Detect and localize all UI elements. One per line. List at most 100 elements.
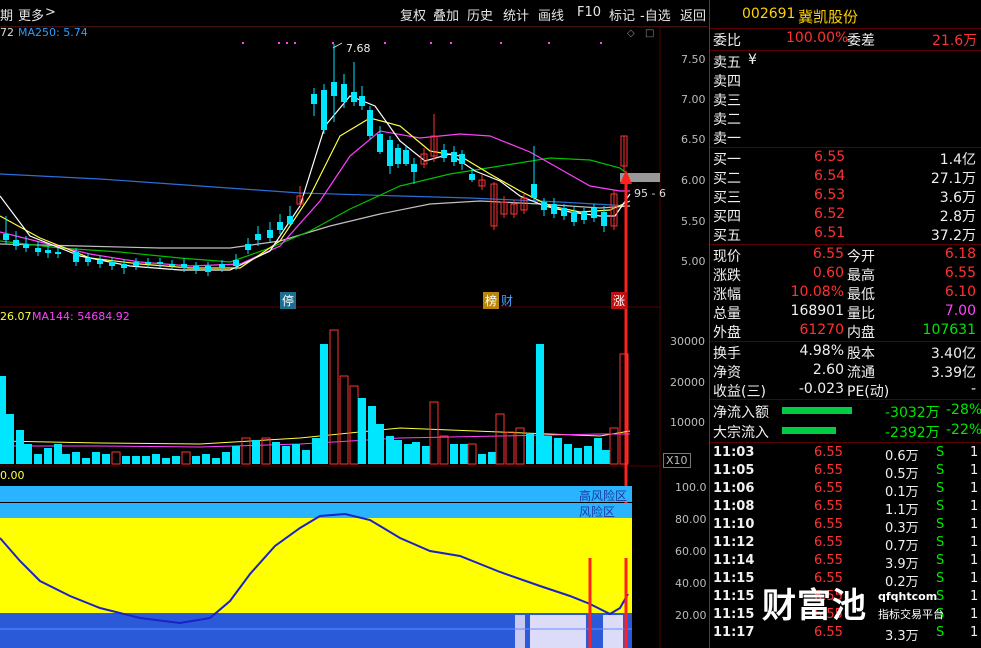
volume-bar <box>24 444 32 464</box>
risk-band <box>0 503 632 518</box>
buy-level-row[interactable]: 买五 6.51 37.2万 <box>710 225 981 244</box>
volume-bar <box>181 451 191 465</box>
signal-marker <box>500 42 502 44</box>
candle-body <box>359 96 365 106</box>
kline-svg[interactable] <box>0 26 708 648</box>
volume-bar <box>394 440 402 464</box>
volume-bar <box>478 454 486 464</box>
toolbar-button-f10[interactable]: F10 <box>577 5 601 20</box>
quote-stat-row: 涨跌 0.60 最高 6.55 <box>713 265 976 284</box>
volume-bar <box>142 456 150 464</box>
stock-code[interactable]: 002691 <box>742 6 795 22</box>
ma250-label: MA250: 5.74 <box>18 26 88 39</box>
candle-body <box>133 262 139 266</box>
yellow-band <box>0 518 632 613</box>
volume-bar <box>544 436 552 464</box>
volume-bar <box>358 398 366 464</box>
price-tag-label: 95 - 6 <box>634 187 666 200</box>
ma5-line <box>0 95 631 271</box>
candle-body <box>245 244 251 250</box>
buy-level-row[interactable]: 买四 6.52 2.8万 <box>710 206 981 225</box>
sell4-row[interactable]: 卖四 <box>710 71 981 90</box>
tick-row[interactable]: 11:05 6.55 0.5万 S 1 <box>710 463 981 482</box>
price-axis-tick: 6.00 <box>681 174 706 187</box>
tick-row[interactable]: 11:17 6.55 3.3万 S 1 <box>710 625 981 644</box>
tick-row[interactable]: 11:06 6.55 0.1万 S 1 <box>710 481 981 500</box>
volume-bar <box>450 444 458 464</box>
volume-bar <box>429 401 439 465</box>
toolbar-button-history[interactable]: 历史 <box>467 5 493 24</box>
volume-unit-label: X10 <box>663 453 691 468</box>
stock-header: 002691 冀凯股份 <box>710 6 981 28</box>
more-button[interactable]: 更多 <box>18 5 44 24</box>
candle-body <box>267 230 273 238</box>
volume-bar <box>404 444 412 464</box>
tick-row[interactable]: 11:03 6.55 0.6万 S 1 <box>710 445 981 464</box>
candle-body <box>181 264 187 268</box>
candle-body <box>571 212 577 222</box>
signal-marker <box>242 42 244 44</box>
finance-badge[interactable]: 财 <box>499 292 515 309</box>
volume-axis-tick: 30000 <box>670 335 705 348</box>
stock-name[interactable]: 冀凯股份 <box>798 6 858 27</box>
diamond-icon[interactable]: ◇ <box>627 28 635 39</box>
candle-body <box>377 134 383 152</box>
volume-bar <box>329 329 339 465</box>
square-icon[interactable]: □ <box>645 28 654 39</box>
volume-bar <box>54 444 62 464</box>
candle-body <box>341 84 347 102</box>
signal-marker <box>384 42 386 44</box>
chevron-right-icon[interactable]: > <box>45 5 56 20</box>
risk-axis-tick: 100.0 <box>675 481 707 494</box>
high-marker-label: 7.68 <box>346 42 371 55</box>
toolbar-button-back[interactable]: 返回 <box>680 5 706 24</box>
rank-badge[interactable]: 榜 <box>483 292 500 309</box>
buy-level-row[interactable]: 买二 6.54 27.1万 <box>710 168 981 187</box>
price-axis-tick: 5.50 <box>681 215 706 228</box>
sell1-row[interactable]: 卖一 <box>710 128 981 147</box>
sell3-row[interactable]: 卖三 <box>710 90 981 109</box>
candle-body <box>387 140 393 166</box>
candle-body <box>551 204 557 214</box>
volume-bar <box>102 454 110 464</box>
toolbar-button-draw[interactable]: 画线 <box>538 5 564 24</box>
ma144-line <box>0 200 631 249</box>
volume-bar <box>495 413 505 465</box>
toolbar-button-stats[interactable]: 统计 <box>503 5 529 24</box>
sell2-row[interactable]: 卖二 <box>710 109 981 128</box>
volume-bar <box>282 446 290 464</box>
toolbar-button-diejia[interactable]: 叠加 <box>433 5 459 24</box>
tick-row[interactable]: 11:08 6.55 1.1万 S 1 <box>710 499 981 518</box>
buy-level-row[interactable]: 买三 6.53 3.6万 <box>710 187 981 206</box>
volume-bar <box>272 442 280 464</box>
volume-bar <box>488 452 496 464</box>
volume-bar <box>222 452 230 464</box>
candle-body <box>255 234 261 240</box>
toolbar-button-fuquan[interactable]: 复权 <box>400 5 426 24</box>
candle-body <box>169 264 175 266</box>
candle-body <box>145 262 151 264</box>
signal-marker <box>600 42 602 44</box>
volume-bar <box>554 438 562 464</box>
limit-up-badge[interactable]: 涨 <box>611 292 628 309</box>
volume-bar <box>34 454 42 464</box>
kline-chart-area[interactable]: 72 MA250: 5.74 7.68 95 - 6 ◇ □ 7.50 7.00… <box>0 26 708 648</box>
halt-badge[interactable]: 停 <box>280 292 297 309</box>
watermark-sub: 指标交易平台 <box>878 608 944 621</box>
volume-bar <box>467 443 477 465</box>
buy-level-row[interactable]: 买一 6.55 1.4亿 <box>710 149 981 168</box>
watermark-logo: 财富池 <box>762 586 867 626</box>
candle-body <box>55 252 61 254</box>
toolbar-button-watchlist[interactable]: -自选 <box>640 5 671 24</box>
quote-stat-row: 总量 168901 量比 7.00 <box>713 303 976 322</box>
risk-axis-tick: 20.00 <box>675 609 707 622</box>
volume-bar <box>162 458 170 464</box>
volume-bar <box>292 444 300 464</box>
sell5-row[interactable]: 卖五 ¥ <box>710 52 981 71</box>
toolbar-button-mark[interactable]: 标记 <box>609 5 635 24</box>
tick-row[interactable]: 11:10 6.55 0.3万 S 1 <box>710 517 981 536</box>
tick-row[interactable]: 11:14 6.55 3.9万 S 1 <box>710 553 981 572</box>
tick-row[interactable]: 11:12 6.55 0.7万 S 1 <box>710 535 981 554</box>
period-button[interactable]: 期 <box>0 5 13 24</box>
signal-marker <box>332 42 334 44</box>
